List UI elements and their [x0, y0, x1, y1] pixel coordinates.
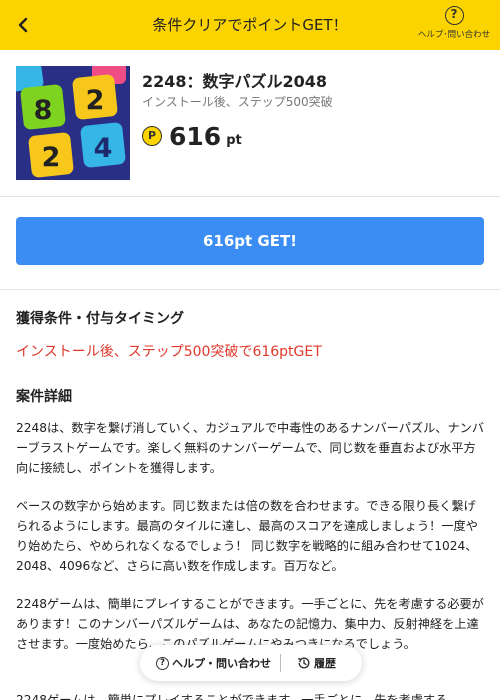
points-value: 616: [169, 121, 222, 151]
icon-tile-digit: 8: [34, 95, 53, 126]
condition-text: インストール後、ステップ500突破で616ptGET: [16, 344, 322, 360]
points-unit: pt: [226, 133, 242, 148]
help-contact-link-label: ヘルプ・問い合わせ: [172, 657, 271, 670]
top-header: 条件クリアでポイントGET！ ? ヘルプ･問い合わせ: [0, 0, 500, 50]
get-points-button[interactable]: 616pt GET!: [16, 217, 484, 265]
divider: [0, 289, 500, 290]
app-icon: 8 2 2 4: [16, 66, 130, 180]
question-icon: ?: [156, 656, 169, 670]
details-heading: 案件詳細: [16, 389, 72, 405]
icon-tile-digit: 2: [86, 85, 105, 116]
floating-action-bar: ? ヘルプ・問い合わせ 履歴: [140, 645, 362, 681]
points-display: P 616 pt: [142, 120, 242, 152]
history-link[interactable]: 履歴: [281, 645, 336, 681]
help-contact-link[interactable]: ? ヘルプ・問い合わせ: [140, 645, 280, 681]
history-icon: [297, 657, 310, 669]
icon-tile-digit: 2: [42, 142, 61, 173]
detail-paragraph: 2248は、数字を繋げ消していく、カジュアルで中毒性のあるナンバーパズル、ナンバ…: [16, 421, 485, 475]
app-card: 8 2 2 4 2248：数字パズル2048 インストール後、ステップ500突破…: [16, 66, 484, 180]
conditions-heading: 獲得条件・付与タイミング: [16, 311, 184, 327]
history-link-label: 履歴: [314, 657, 336, 670]
question-icon: ?: [444, 6, 464, 25]
divider: [0, 196, 500, 197]
detail-paragraph: ベースの数字から始めます。同じ数または倍の数を合わせます。できる限り長く繋げられ…: [16, 499, 478, 573]
chevron-left-icon: [18, 17, 28, 33]
help-contact-button[interactable]: ? ヘルプ･問い合わせ: [414, 6, 494, 46]
points-coin-icon: P: [142, 126, 162, 146]
app-subtitle: インストール後、ステップ500突破: [142, 95, 333, 109]
back-button[interactable]: [8, 10, 38, 40]
help-contact-label: ヘルプ･問い合わせ: [417, 30, 491, 40]
icon-tile-digit: 4: [94, 133, 113, 164]
app-name: 2248：数字パズル2048: [142, 72, 328, 91]
detail-paragraph: 2248ゲームは、簡単にプレイすることができます。一手ごとに、先を考慮する: [16, 693, 448, 700]
